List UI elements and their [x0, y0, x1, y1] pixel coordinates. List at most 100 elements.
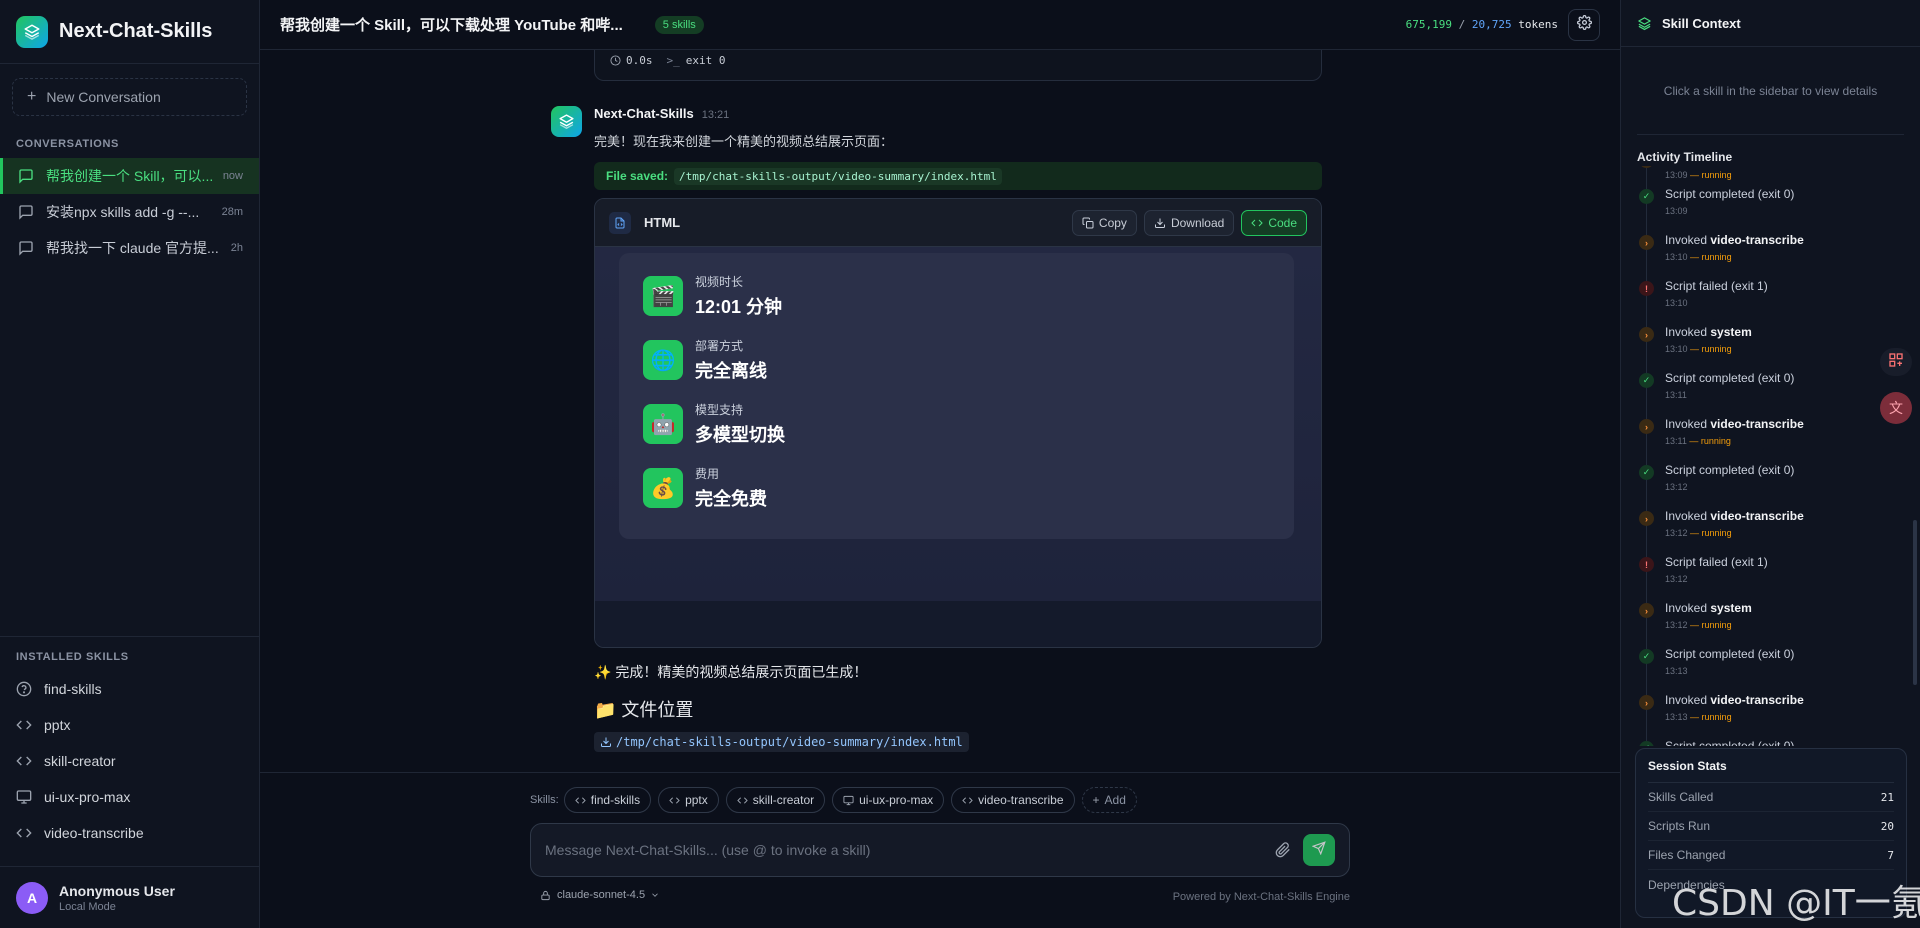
skill-chip-pptx[interactable]: pptx	[658, 787, 719, 813]
file-saved-path[interactable]: /tmp/chat-skills-output/video-summary/in…	[674, 167, 1002, 185]
conversation-item[interactable]: 帮我创建一个 Skill，可以... now	[0, 158, 259, 194]
timeline-skill: system	[1710, 325, 1752, 339]
stat-row: Skills Called 21	[1648, 783, 1894, 812]
message-text: 完美！现在我来创建一个精美的视频总结展示页面：	[594, 134, 894, 149]
conversation-time: 28m	[221, 206, 243, 218]
settings-button[interactable]	[1568, 8, 1600, 41]
sidebar-skill-skill-creator[interactable]: skill-creator	[0, 743, 259, 779]
help-circle-icon	[16, 681, 34, 697]
translate-button[interactable]: 文	[1880, 392, 1912, 424]
stat-value: 20	[1880, 819, 1894, 833]
chip-label: pptx	[685, 793, 708, 807]
timeline-item: › Invoked video-transcribe 13:13 — running	[1637, 690, 1897, 730]
conversation-item[interactable]: 帮我找一下 claude 官方提... 2h	[0, 230, 259, 266]
add-skill-button[interactable]: + Add	[1081, 787, 1137, 813]
timeline-time: 13:09	[1665, 170, 1688, 180]
plus-icon: +	[27, 88, 37, 105]
timeline-time: 13:13	[1665, 666, 1688, 676]
activity-timeline[interactable]: › Invoked 13:09 — running ✓ Script completed…	[1637, 166, 1897, 746]
lock-icon	[540, 890, 551, 901]
download-icon	[600, 736, 612, 748]
skill-chips: Skills: find-skills pptx skill-creator u…	[530, 787, 1144, 813]
chevron-down-icon	[650, 890, 660, 900]
timeline-item: › Invoked video-transcribe 13:11 — running	[1637, 414, 1897, 454]
timeline-item: ✓ Script completed (exit 0) 13:11	[1637, 368, 1897, 408]
conversation-item[interactable]: 安装npx skills add -g --... 28m	[0, 194, 259, 230]
send-icon	[1311, 840, 1326, 860]
check-circle-icon: ✓	[1639, 649, 1654, 664]
download-button[interactable]: Download	[1143, 209, 1235, 236]
session-stats-title: Session Stats	[1648, 759, 1894, 783]
timeline-label: Script completed (exit 0)	[1665, 463, 1795, 477]
timeline-meta: 13:11 — running	[1665, 436, 1731, 446]
timeline-skill: video-transcribe	[1710, 233, 1804, 247]
sidebar-skill-ui-ux-pro-max[interactable]: ui-ux-pro-max	[0, 779, 259, 815]
code-icon	[669, 795, 680, 806]
sidebar-skill-video-transcribe[interactable]: video-transcribe	[0, 815, 259, 851]
sidebar-skill-find-skills[interactable]: find-skills	[0, 671, 259, 707]
timeline-status: — running	[1690, 712, 1732, 722]
terminal-icon: ›	[1639, 603, 1654, 618]
timeline-text: Script completed (exit 0)	[1665, 187, 1794, 201]
timeline-scrollbar[interactable]	[1913, 520, 1917, 685]
skill-chip-find-skills[interactable]: find-skills	[563, 787, 652, 813]
file-location-link[interactable]: /tmp/chat-skills-output/video-summary/in…	[594, 732, 969, 752]
timeline-text: Invoked video-transcribe	[1665, 693, 1804, 707]
message-input[interactable]	[545, 842, 1275, 858]
send-button[interactable]	[1303, 834, 1335, 866]
code-icon	[962, 795, 973, 806]
copy-button[interactable]: Copy	[1071, 209, 1137, 236]
timeline-label: Script completed (exit 0)	[1665, 647, 1795, 661]
tokens-input: 675,199	[1405, 18, 1452, 31]
skill-chip-ui-ux-pro-max[interactable]: ui-ux-pro-max	[832, 787, 945, 813]
stat-value: 完全离线	[695, 361, 767, 381]
code-icon	[16, 717, 34, 733]
stat-item: 💰 费用 完全免费	[643, 467, 1043, 509]
timeline-meta: 13:09	[1665, 206, 1688, 216]
paperclip-icon[interactable]	[1275, 842, 1291, 858]
sidebar-skill-pptx[interactable]: pptx	[0, 707, 259, 743]
skill-name: pptx	[44, 717, 71, 733]
sidebar: Next-Chat-Skills + New Conversation CONV…	[0, 0, 260, 928]
stat-value: 21	[1880, 790, 1894, 804]
conversation-time: now	[222, 170, 243, 182]
new-conversation-button[interactable]: + New Conversation	[12, 78, 247, 116]
stat-row: Scripts Run 20	[1648, 812, 1894, 841]
stat-value: 完全免费	[695, 489, 767, 509]
preview-footer	[595, 601, 1321, 647]
stat-row: Files Changed 7	[1648, 841, 1894, 870]
layers-icon	[551, 106, 582, 137]
terminal-icon: ›	[1639, 419, 1654, 434]
model-selector[interactable]: claude-sonnet-4.5	[540, 889, 660, 901]
skill-chip-video-transcribe[interactable]: video-transcribe	[951, 787, 1075, 813]
timeline-time: 13:10	[1665, 344, 1688, 354]
timeline-meta: 13:13 — running	[1665, 712, 1732, 722]
grid-icon	[1888, 352, 1904, 373]
check-circle-icon: ✓	[1639, 373, 1654, 388]
brand[interactable]: Next-Chat-Skills	[0, 0, 259, 64]
timeline-text: Invoked video-transcribe	[1665, 233, 1804, 247]
timeline-meta: 13:12	[1665, 482, 1688, 492]
timeline-label: Script failed (exit 1)	[1665, 279, 1768, 293]
add-label: Add	[1104, 793, 1126, 807]
timeline-text: Script failed (exit 1)	[1665, 555, 1768, 569]
user-profile[interactable]: A Anonymous User Local Mode	[0, 866, 259, 928]
conversation-title-header: 帮我创建一个 Skill，可以下载处理 YouTube 和哔...	[280, 17, 623, 34]
installed-skills-section: INSTALLED SKILLS find-skills pptx skill-…	[0, 636, 259, 851]
layers-icon	[1637, 16, 1652, 31]
terminal-icon: ›	[1639, 511, 1654, 526]
file-error-icon: !	[1639, 281, 1654, 296]
stat-label: Skills Called	[1648, 790, 1714, 804]
timeline-meta: 13:09 — running	[1665, 170, 1732, 180]
code-toggle-button[interactable]: Code	[1241, 209, 1307, 236]
model-name: claude-sonnet-4.5	[557, 889, 646, 901]
stat-label: 视频时长	[695, 275, 744, 289]
tokens-separator: /	[1458, 18, 1466, 31]
skill-context-header: Skill Context	[1621, 0, 1920, 47]
chat-messages[interactable]: 0.0s >_ exit 0 Next-Chat-Skills 13:21 完美…	[260, 50, 1620, 772]
code-icon	[16, 825, 34, 841]
grid-tool-button[interactable]	[1880, 348, 1912, 376]
skill-chip-skill-creator[interactable]: skill-creator	[725, 787, 826, 813]
new-conversation-label: New Conversation	[46, 89, 161, 105]
timeline-time: 13:10	[1665, 298, 1688, 308]
